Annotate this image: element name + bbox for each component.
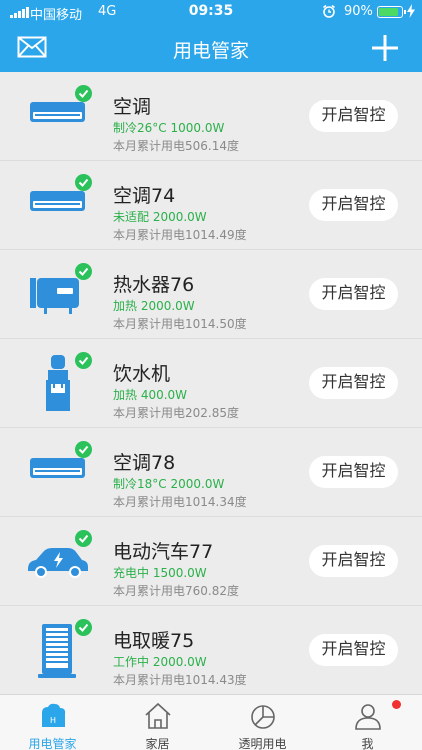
device-state: 制冷18°C 2000.0W [113, 477, 225, 491]
check-icon [75, 174, 92, 191]
device-item[interactable]: 空调 制冷26°C 1000.0W 本月累计用电506.14度 开启智控 [0, 72, 422, 161]
pie-chart-icon [251, 705, 275, 729]
battery-percent: 90% [344, 4, 373, 19]
device-name: 电动汽车77 [113, 541, 214, 563]
device-item[interactable]: 热水器76 加热 2000.0W 本月累计用电1014.50度 开启智控 [0, 250, 422, 339]
device-item[interactable]: 饮水机 加热 400.0W 本月累计用电202.85度 开启智控 [0, 339, 422, 428]
plus-icon[interactable] [370, 33, 400, 63]
device-state: 加热 2000.0W [113, 299, 195, 313]
monthly-usage: 本月累计用电202.85度 [113, 406, 239, 420]
device-state: 工作中 2000.0W [113, 655, 207, 669]
device-name: 热水器76 [113, 274, 195, 296]
charging-bolt-icon [407, 4, 415, 18]
header: 用电管家 [0, 24, 422, 72]
power-manager-icon: H [42, 703, 66, 727]
notification-badge [392, 700, 401, 709]
device-name: 饮水机 [113, 363, 171, 385]
check-icon [75, 85, 92, 102]
device-state: 未适配 2000.0W [113, 210, 207, 224]
smart-control-button[interactable]: 开启智控 [309, 100, 398, 132]
status-bar: 中国移动 4G 09:35 90% [0, 0, 422, 24]
device-item[interactable]: 空调78 制冷18°C 2000.0W 本月累计用电1014.34度 开启智控 [0, 428, 422, 517]
device-item[interactable]: 电动汽车77 充电中 1500.0W 本月累计用电760.82度 开启智控 [0, 517, 422, 606]
smart-control-button[interactable]: 开启智控 [309, 456, 398, 488]
monthly-usage: 本月累计用电1014.43度 [113, 673, 247, 687]
tab-home[interactable]: 家居 [105, 695, 210, 750]
check-icon [75, 530, 92, 547]
home-icon [145, 702, 171, 729]
tab-label: 透明用电 [238, 737, 287, 750]
smart-control-button[interactable]: 开启智控 [309, 189, 398, 221]
monthly-usage: 本月累计用电506.14度 [113, 139, 239, 153]
svg-text:H: H [50, 716, 56, 725]
monthly-usage: 本月累计用电1014.34度 [113, 495, 247, 509]
device-state: 制冷26°C 1000.0W [113, 121, 225, 135]
smart-control-button[interactable]: 开启智控 [309, 545, 398, 577]
tab-me[interactable]: 我 [315, 695, 420, 750]
tab-label: 用电管家 [28, 737, 77, 750]
check-icon [75, 263, 92, 280]
device-name: 电取暖75 [113, 630, 195, 652]
check-icon [75, 619, 92, 636]
smart-control-button[interactable]: 开启智控 [309, 634, 398, 666]
check-icon [75, 441, 92, 458]
device-item[interactable]: 空调74 未适配 2000.0W 本月累计用电1014.49度 开启智控 [0, 161, 422, 250]
monthly-usage: 本月累计用电1014.49度 [113, 228, 247, 242]
device-item[interactable]: 电取暖75 工作中 2000.0W 本月累计用电1014.43度 开启智控 [0, 606, 422, 694]
user-icon [355, 704, 381, 730]
device-state: 充电中 1500.0W [113, 566, 207, 580]
check-icon [75, 352, 92, 369]
monthly-usage: 本月累计用电760.82度 [113, 584, 239, 598]
page-title: 用电管家 [172, 40, 249, 62]
device-name: 空调 [113, 96, 152, 118]
device-list[interactable]: 空调 制冷26°C 1000.0W 本月累计用电506.14度 开启智控 空调7… [0, 72, 422, 694]
smart-control-button[interactable]: 开启智控 [309, 367, 398, 399]
smart-control-button[interactable]: 开启智控 [309, 278, 398, 310]
alarm-icon [323, 4, 335, 18]
device-name: 空调74 [113, 185, 176, 207]
battery-icon [377, 6, 406, 18]
tab-bar: H 用电管家 家居 透明用电 我 [0, 694, 422, 750]
device-name: 空调78 [113, 452, 176, 474]
tab-power-manager[interactable]: H 用电管家 [0, 695, 105, 750]
device-state: 加热 400.0W [113, 388, 188, 402]
tab-label: 家居 [145, 737, 170, 750]
tab-transparent-power[interactable]: 透明用电 [210, 695, 315, 750]
tab-label: 我 [361, 737, 374, 750]
monthly-usage: 本月累计用电1014.50度 [113, 317, 247, 331]
